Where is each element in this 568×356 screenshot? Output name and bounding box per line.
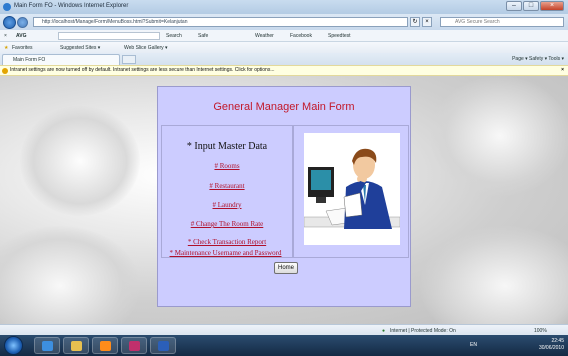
illustration-cell — [293, 125, 409, 258]
search-input[interactable]: AVG Secure Search — [440, 17, 564, 27]
url-field[interactable]: http://localhost/Manage/Form/MenuBoss.ht… — [33, 17, 408, 27]
avg-brand[interactable]: AVG — [16, 33, 26, 39]
minimize-button[interactable]: – — [506, 1, 522, 11]
ie-icon — [3, 3, 11, 11]
information-bar[interactable]: Intranet settings are now turned off by … — [0, 65, 568, 76]
suggested-sites-link[interactable]: Suggested Sites ▾ — [60, 45, 100, 51]
background-flower — [20, 106, 140, 216]
window-controls: – □ × — [506, 1, 564, 11]
taskbar: EN 22:45 30/06/2010 — [0, 335, 568, 356]
close-toolbar-icon[interactable]: × — [4, 33, 7, 39]
security-zone[interactable]: Internet | Protected Mode: On — [390, 328, 456, 334]
clock-time: 22:45 — [551, 338, 564, 344]
zoom-level[interactable]: 100% — [534, 328, 547, 334]
status-bar: ● Internet | Protected Mode: On 100% — [0, 324, 568, 335]
background-flower — [420, 226, 568, 324]
refresh-icon[interactable]: ↻ — [410, 17, 420, 27]
maintenance-credentials-link[interactable]: * Maintenance Username and Password — [158, 249, 293, 257]
forward-button[interactable] — [17, 17, 28, 28]
star-icon: ★ — [4, 45, 9, 51]
taskbar-media-icon[interactable] — [92, 337, 118, 354]
taskbar-explorer-icon[interactable] — [63, 337, 89, 354]
globe-icon: ● — [382, 328, 386, 334]
taskbar-ie-icon[interactable] — [34, 337, 60, 354]
background-flower — [430, 76, 568, 196]
close-button[interactable]: × — [540, 1, 564, 11]
system-clock[interactable]: 22:45 30/06/2010 — [539, 338, 564, 352]
businessman-illustration — [304, 133, 400, 245]
address-bar: http://localhost/Manage/Form/MenuBoss.ht… — [0, 14, 568, 30]
facebook-button[interactable]: Facebook — [290, 33, 312, 39]
window-title: Main Form FO - Windows Internet Explorer — [14, 3, 129, 9]
change-room-rate-link[interactable]: # Change The Room Rate — [162, 220, 292, 228]
toolbar-search-input[interactable] — [58, 32, 160, 40]
taskbar-word-icon[interactable] — [150, 337, 176, 354]
new-tab-button[interactable] — [122, 55, 136, 64]
laundry-link[interactable]: # Laundry — [162, 201, 292, 209]
language-indicator[interactable]: EN — [470, 342, 477, 348]
stop-icon[interactable]: × — [422, 17, 432, 27]
form-title: General Manager Main Form — [213, 101, 355, 113]
information-bar-text: Intranet settings are now turned off by … — [10, 67, 275, 73]
background-flower — [0, 226, 140, 324]
shield-icon — [2, 68, 8, 74]
maximize-button[interactable]: □ — [523, 1, 539, 11]
main-form-panel: General Manager Main Form * Input Master… — [157, 86, 411, 307]
avg-toolbar: × AVG Search Safe Weather Facebook Speed… — [0, 30, 568, 42]
restaurant-link[interactable]: # Restaurant — [162, 182, 292, 190]
web-slice-gallery-link[interactable]: Web Slice Gallery ▾ — [124, 45, 168, 51]
speedtest-button[interactable]: Speedtest — [328, 33, 351, 39]
toolbar-search-button[interactable]: Search — [166, 33, 182, 39]
check-transaction-report-link[interactable]: * Check Transaction Report — [161, 238, 293, 246]
master-data-heading: * Input Master Data — [186, 141, 268, 152]
tab-main-form[interactable]: Main Form FO — [2, 54, 120, 65]
safe-button[interactable]: Safe — [198, 33, 208, 39]
page-content: General Manager Main Form * Input Master… — [0, 76, 568, 324]
information-bar-close-icon[interactable]: × — [561, 66, 564, 75]
taskbar-app-icon[interactable] — [121, 337, 147, 354]
tab-row: Main Form FO Page ▾ Safety ▾ Tools ▾ — [0, 53, 568, 65]
favorites-button[interactable]: Favorites — [12, 45, 33, 51]
clock-date: 30/06/2010 — [538, 345, 564, 351]
back-button[interactable] — [3, 16, 16, 29]
weather-button[interactable]: Weather — [255, 33, 274, 39]
rooms-link[interactable]: # Rooms — [162, 162, 292, 170]
home-button[interactable]: Home — [274, 262, 298, 274]
window-title-bar: Main Form FO - Windows Internet Explorer… — [0, 0, 568, 14]
start-button[interactable] — [4, 336, 23, 355]
favorites-bar: ★ Favorites Suggested Sites ▾ Web Slice … — [0, 42, 568, 53]
command-bar[interactable]: Page ▾ Safety ▾ Tools ▾ — [512, 56, 564, 62]
